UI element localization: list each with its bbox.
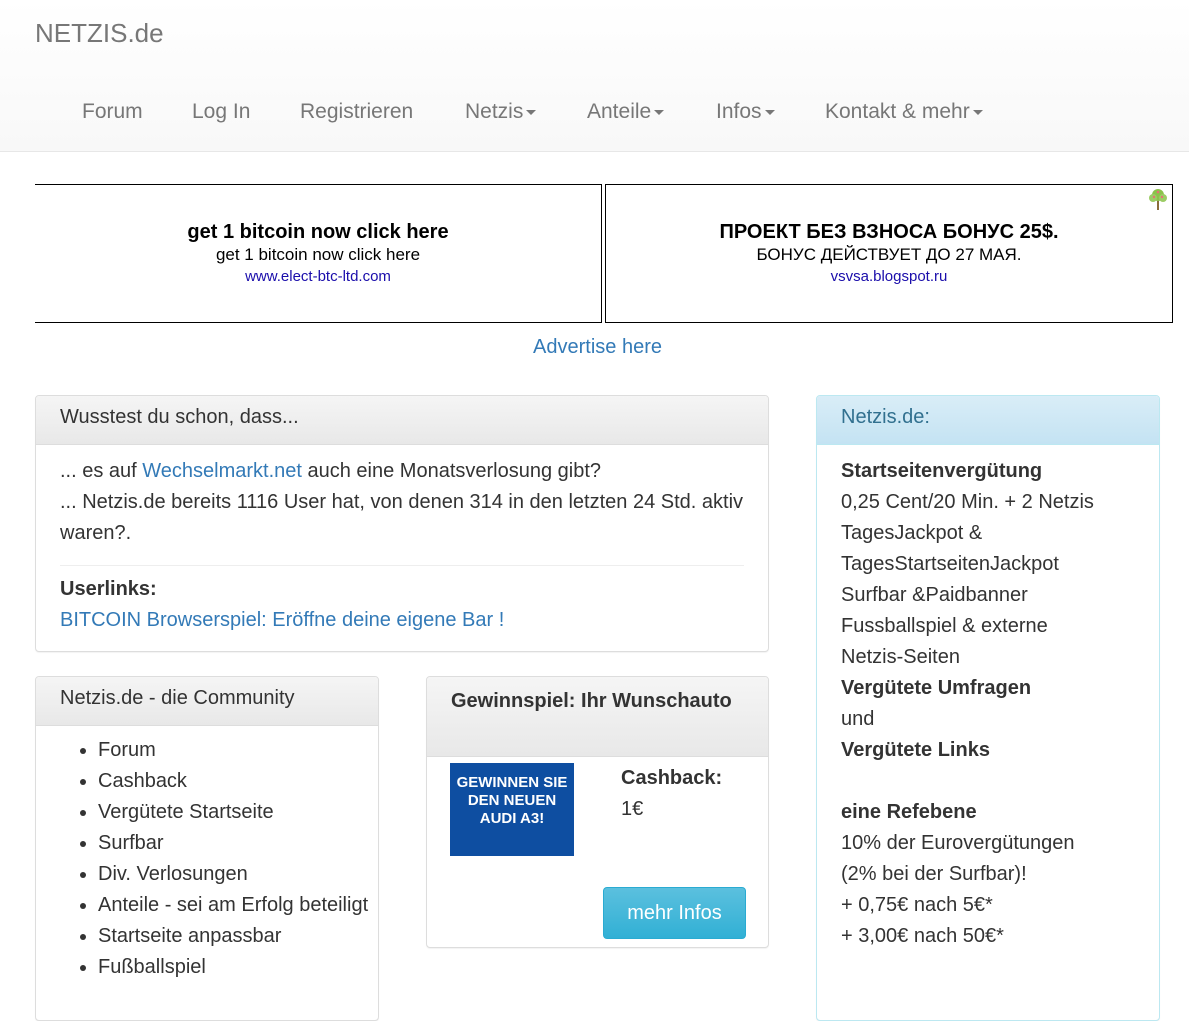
community-list-item: Anteile - sei am Erfolg beteiligt xyxy=(98,890,378,921)
nav-infos-label: Infos xyxy=(716,100,762,123)
cashback-label: Cashback: xyxy=(621,767,723,789)
tree-icon[interactable] xyxy=(1146,186,1170,212)
nav-infos-dropdown[interactable]: Infos xyxy=(716,100,775,124)
caret-down-icon xyxy=(972,109,983,115)
ref-line: 10% der Eurovergütungen xyxy=(841,832,1075,854)
community-list-item: Vergütete Startseite xyxy=(98,797,378,828)
nav-register[interactable]: Registrieren xyxy=(300,100,413,124)
did-you-know-panel: Wusstest du schon, dass... ... es auf We… xyxy=(35,395,769,652)
und-text: und xyxy=(841,708,875,730)
community-list-item: Fußballspiel xyxy=(98,952,378,983)
ad-url[interactable]: www.elect-btc-ltd.com xyxy=(35,266,601,288)
netzis-info-panel: Netzis.de: Startseitenvergütung 0,25 Cen… xyxy=(816,395,1160,1021)
advertise-link[interactable]: Advertise here xyxy=(0,336,1189,359)
nav-kontakt-label: Kontakt & mehr xyxy=(825,100,970,123)
ref-line: + 0,75€ nach 5€* xyxy=(841,894,993,916)
nav-login[interactable]: Log In xyxy=(192,100,250,124)
nav-kontakt-dropdown[interactable]: Kontakt & mehr xyxy=(825,100,983,124)
startseite-line: 0,25 Cent/20 Min. + 2 Netzis xyxy=(841,491,1094,513)
ad-title: ПРОЕКТ БЕЗ ВЗНОСА БОНУС 25$. xyxy=(719,221,1059,243)
panel-heading: Gewinnspiel: Ihr Wunschauto xyxy=(427,677,768,757)
ref-line: + 3,00€ nach 50€* xyxy=(841,925,1004,947)
nav-forum[interactable]: Forum xyxy=(82,100,143,124)
ad-banner-bonus[interactable]: ПРОЕКТ БЕЗ ВЗНОСА БОНУС 25$. БОНУС ДЕЙСТ… xyxy=(605,184,1173,323)
startseite-line: TagesStartseitenJackpot xyxy=(841,553,1059,575)
fact-line-2: ... Netzis.de bereits 1116 User hat, von… xyxy=(60,491,744,544)
startseite-line: Surfbar &Paidbanner xyxy=(841,584,1028,606)
links-title: Vergütete Links xyxy=(841,739,990,761)
ad-title: get 1 bitcoin now click here xyxy=(187,221,449,243)
ad-text: БОНУС ДЕЙСТВУЕТ ДО 27 МАЯ. xyxy=(756,245,1022,264)
gewinnspiel-panel: Gewinnspiel: Ihr Wunschauto GEWINNEN SIE… xyxy=(426,676,769,948)
ad-url[interactable]: vsvsa.blogspot.ru xyxy=(606,266,1172,288)
nav-netzis-label: Netzis xyxy=(465,100,524,123)
community-list: ForumCashbackVergütete StartseiteSurfbar… xyxy=(36,735,378,983)
wechselmarkt-link[interactable]: Wechselmarkt.net xyxy=(142,460,302,482)
more-info-button[interactable]: mehr Infos xyxy=(603,887,746,939)
community-list-wrapper: ForumCashbackVergütete StartseiteSurfbar… xyxy=(36,726,378,983)
caret-down-icon xyxy=(526,109,537,115)
community-list-item: Cashback xyxy=(98,766,378,797)
community-panel: Netzis.de - die Community ForumCashbackV… xyxy=(35,676,379,1021)
ad-banner-bitcoin[interactable]: get 1 bitcoin now click here get 1 bitco… xyxy=(35,184,602,323)
top-navbar: NETZIS.de Forum Log In Registrieren Netz… xyxy=(0,0,1189,152)
ad-text: get 1 bitcoin now click here xyxy=(215,245,421,264)
panel-heading: Wusstest du schon, dass... xyxy=(36,396,768,445)
startseite-line: TagesJackpot & xyxy=(841,522,983,544)
brand-logo[interactable]: NETZIS.de xyxy=(35,18,164,49)
caret-down-icon xyxy=(764,109,775,115)
community-list-item: Div. Verlosungen xyxy=(98,859,378,890)
fact-text: ... es auf xyxy=(60,460,143,482)
userlink-bitcoin[interactable]: BITCOIN Browserspiel: Eröffne deine eige… xyxy=(60,609,504,631)
fact-text: auch eine Monatsverlosung gibt? xyxy=(301,460,602,482)
panel-body: Startseitenvergütung 0,25 Cent/20 Min. +… xyxy=(817,445,1159,963)
cashback-info: Cashback: 1€ xyxy=(621,763,722,825)
nav-anteile-label: Anteile xyxy=(587,100,652,123)
ref-line: (2% bei der Surfbar)! xyxy=(841,863,1027,885)
audi-promo-image[interactable]: GEWINNEN SIE DEN NEUEN AUDI A3! xyxy=(450,763,574,856)
panel-heading: Netzis.de: xyxy=(817,396,1159,445)
nav-netzis-dropdown[interactable]: Netzis xyxy=(465,100,537,124)
startseite-line: Fussballspiel & externe xyxy=(841,615,1048,637)
community-list-item: Forum xyxy=(98,735,378,766)
panel-body: ... es auf Wechselmarkt.net auch eine Mo… xyxy=(36,445,768,647)
startseite-title: Startseitenvergütung xyxy=(841,460,1043,482)
fact-line-1: ... es auf Wechselmarkt.net auch eine Mo… xyxy=(60,456,744,487)
nav-anteile-dropdown[interactable]: Anteile xyxy=(587,100,665,124)
umfragen-title: Vergütete Umfragen xyxy=(841,677,1032,699)
community-list-item: Startseite anpassbar xyxy=(98,921,378,952)
startseite-line: Netzis-Seiten xyxy=(841,646,960,668)
divider xyxy=(60,565,744,566)
community-list-item: Surfbar xyxy=(98,828,378,859)
userlinks-label: Userlinks: xyxy=(60,578,157,600)
image-text: GEWINNEN SIE DEN NEUEN AUDI A3! xyxy=(456,774,568,827)
panel-heading: Netzis.de - die Community xyxy=(36,677,378,726)
caret-down-icon xyxy=(654,109,665,115)
refebene-title: eine Refebene xyxy=(841,801,977,823)
cashback-value: 1€ xyxy=(621,798,644,820)
